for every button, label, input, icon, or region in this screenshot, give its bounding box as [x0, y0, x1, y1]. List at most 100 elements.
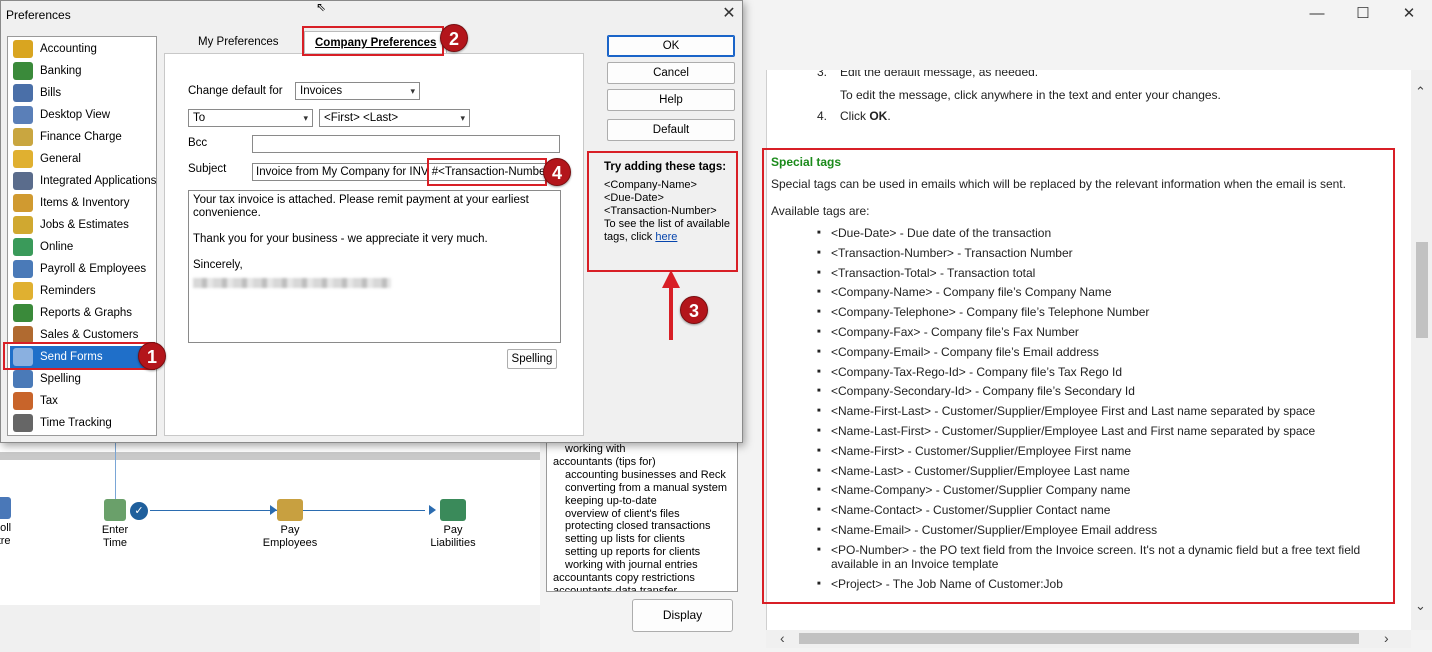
- name-format-select[interactable]: <First> <Last> ▾: [319, 109, 470, 127]
- category-item[interactable]: Banking: [10, 60, 156, 82]
- category-item[interactable]: Online: [10, 236, 156, 258]
- category-icon: [13, 304, 33, 322]
- index-entry[interactable]: accounting businesses and Reck: [551, 469, 733, 482]
- category-label: Sales & Customers: [40, 329, 139, 341]
- cancel-button[interactable]: Cancel: [607, 62, 735, 84]
- category-item[interactable]: Jobs & Estimates: [10, 214, 156, 236]
- workflow-label: entre: [0, 535, 11, 547]
- enter-time-icon: [104, 499, 126, 521]
- step-number: 4.: [817, 109, 828, 123]
- workflow-label: ayroll: [0, 522, 12, 534]
- workflow-item-pay-liabilities[interactable]: Pay Liabilities: [413, 499, 493, 550]
- category-label: General: [40, 153, 81, 165]
- pay-liabilities-icon: [440, 499, 466, 521]
- chevron-up-icon[interactable]: ⌃: [1415, 84, 1426, 100]
- category-icon: [13, 106, 33, 124]
- index-entry[interactable]: setting up lists for clients: [551, 533, 733, 546]
- category-label: Payroll & Employees: [40, 263, 147, 275]
- scrollbar-thumb[interactable]: [799, 633, 1359, 644]
- category-icon: [13, 392, 33, 410]
- step-number: 3.: [817, 70, 828, 79]
- category-list[interactable]: Accounting Banking Bills Desktop View Financ…: [7, 36, 157, 436]
- index-entry[interactable]: converting from a manual system: [551, 482, 733, 495]
- blurred-signature: [193, 278, 391, 288]
- category-label: Accounting: [40, 43, 97, 55]
- annotation-badge-4: 4: [543, 158, 571, 186]
- workflow-item-enter-time[interactable]: Enter Time: [75, 499, 155, 550]
- message-body-field[interactable]: Your tax invoice is attached. Please rem…: [188, 190, 561, 343]
- change-default-label: Change default for: [188, 85, 283, 97]
- index-entry[interactable]: protecting closed transactions: [551, 520, 733, 533]
- workflow-label: Time: [102, 537, 128, 549]
- category-item[interactable]: Tax: [10, 390, 156, 412]
- step-text-end: .: [887, 109, 891, 123]
- index-entry[interactable]: working with: [551, 443, 733, 456]
- tab-my-preferences[interactable]: My Preferences: [188, 31, 289, 53]
- category-label: Items & Inventory: [40, 197, 130, 209]
- help-index-list[interactable]: working with accountants (tips for) accoun…: [546, 440, 738, 592]
- workflow-item-pay-employees[interactable]: Pay Employees: [250, 499, 330, 550]
- step-text: Click OK.: [840, 109, 891, 123]
- category-item[interactable]: Spelling: [10, 368, 156, 390]
- annotation-badge-3: 3: [680, 296, 708, 324]
- index-entry[interactable]: working with journal entries: [551, 559, 733, 572]
- to-select[interactable]: To ▾: [188, 109, 313, 127]
- step-text-plain: Click: [840, 109, 870, 123]
- default-button[interactable]: Default: [607, 119, 735, 141]
- name-format-value: <First> <Last>: [324, 112, 399, 124]
- workflow-item-payroll-centre[interactable]: ayroll entre: [0, 497, 38, 548]
- annotation-badge-1: 1: [138, 342, 166, 370]
- category-label: Reports & Graphs: [40, 307, 133, 319]
- message-line: Thank you for your business - we appreci…: [193, 233, 488, 245]
- category-item[interactable]: Reports & Graphs: [10, 302, 156, 324]
- category-item[interactable]: General: [10, 148, 156, 170]
- display-button[interactable]: Display: [632, 599, 733, 632]
- minimize-icon[interactable]: —: [1294, 0, 1340, 30]
- category-label: Online: [40, 241, 74, 253]
- chevron-down-icon: ▾: [410, 86, 415, 96]
- message-line: Sincerely,: [193, 259, 243, 271]
- chevron-down-icon[interactable]: ⌄: [1415, 598, 1426, 614]
- index-entry[interactable]: accountants (tips for): [551, 456, 733, 469]
- close-icon[interactable]: ✕: [718, 4, 740, 24]
- horizontal-scrollbar[interactable]: ‹ ›: [766, 630, 1411, 648]
- chevron-left-icon[interactable]: ‹: [780, 630, 785, 646]
- annotation-arrow-shaft: [669, 286, 673, 340]
- index-entry[interactable]: setting up reports for clients: [551, 546, 733, 559]
- ok-button[interactable]: OK: [607, 35, 735, 57]
- category-icon: [13, 238, 33, 256]
- vertical-scrollbar[interactable]: ⌃ ⌄: [1411, 70, 1432, 630]
- workflow-label: Employees: [262, 537, 318, 549]
- category-item[interactable]: Items & Inventory: [10, 192, 156, 214]
- index-entry[interactable]: keeping up-to-date: [551, 495, 733, 508]
- category-item[interactable]: Payroll & Employees: [10, 258, 156, 280]
- index-entry[interactable]: accountants data transfer: [551, 585, 733, 591]
- category-label: Integrated Applications: [40, 175, 157, 187]
- workflow-connector: [115, 440, 116, 502]
- index-entry[interactable]: accountants copy restrictions: [551, 572, 733, 585]
- category-icon: [13, 150, 33, 168]
- maximize-icon[interactable]: ☐: [1340, 0, 1386, 30]
- category-item[interactable]: Finance Charge: [10, 126, 156, 148]
- index-entry[interactable]: overview of client's files: [551, 508, 733, 521]
- close-icon[interactable]: ✕: [1386, 0, 1432, 30]
- change-default-select[interactable]: Invoices ▾: [295, 82, 420, 100]
- annotation-box-send-forms: [3, 342, 155, 370]
- category-label: Desktop View: [40, 109, 111, 121]
- help-button[interactable]: Help: [607, 89, 735, 111]
- message-line: Your tax invoice is attached. Please rem…: [193, 194, 529, 219]
- step-text-bold: OK: [869, 109, 888, 123]
- category-item[interactable]: Bills: [10, 82, 156, 104]
- category-item[interactable]: Accounting: [10, 38, 156, 60]
- chevron-right-icon[interactable]: ›: [1384, 630, 1389, 646]
- category-item[interactable]: Reminders: [10, 280, 156, 302]
- category-item[interactable]: Time Tracking: [10, 412, 156, 434]
- category-item[interactable]: Integrated Applications: [10, 170, 156, 192]
- category-icon: [13, 216, 33, 234]
- step-subtext: To edit the message, click anywhere in t…: [840, 88, 1221, 102]
- spelling-button[interactable]: Spelling: [507, 349, 557, 369]
- scrollbar-thumb[interactable]: [1416, 242, 1428, 338]
- category-item[interactable]: Desktop View: [10, 104, 156, 126]
- category-icon: [13, 128, 33, 146]
- bcc-field[interactable]: [252, 135, 560, 153]
